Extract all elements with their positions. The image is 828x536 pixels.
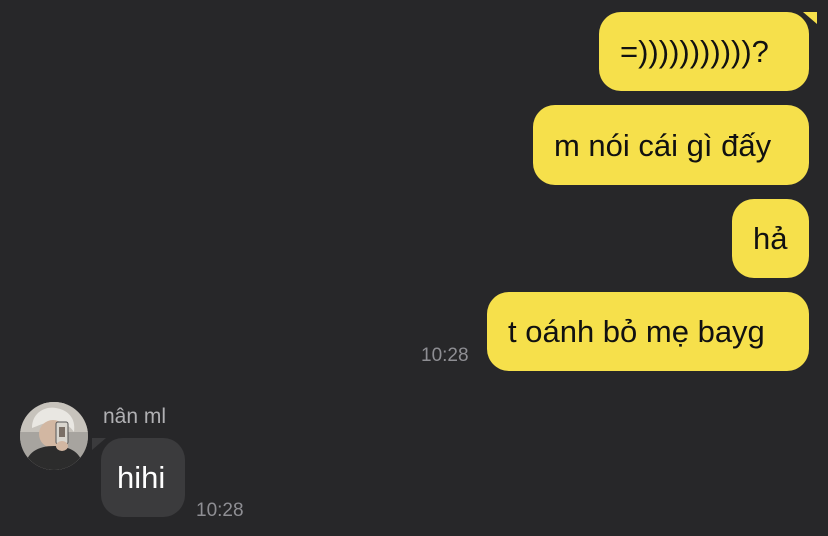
sender-name: nân ml (103, 405, 167, 428)
outgoing-message-bubble[interactable]: hả (732, 199, 809, 278)
message-text: hihi (117, 460, 166, 495)
outgoing-message-bubble[interactable]: t oánh bỏ mẹ bayg (487, 292, 809, 371)
bubble-tail-icon (92, 438, 106, 450)
user-avatar-photo-icon[interactable] (20, 402, 88, 470)
outgoing-message-bubble[interactable]: m nói cái gì đấy (533, 105, 809, 185)
message-text: =)))))))))))? (620, 34, 769, 69)
chat-message-list[interactable]: =)))))))))))? m nói cái gì đấy hả t oánh… (0, 0, 828, 536)
outgoing-message-bubble[interactable]: =)))))))))))? (599, 12, 809, 91)
message-timestamp: 10:28 (196, 500, 244, 521)
message-text: t oánh bỏ mẹ bayg (508, 314, 765, 349)
message-timestamp: 10:28 (421, 345, 469, 366)
bubble-tail-icon (803, 12, 817, 24)
message-text: m nói cái gì đấy (554, 127, 772, 163)
incoming-message-bubble[interactable]: hihi (101, 438, 185, 517)
message-text: hả (753, 221, 788, 256)
avatar-image (20, 402, 88, 470)
